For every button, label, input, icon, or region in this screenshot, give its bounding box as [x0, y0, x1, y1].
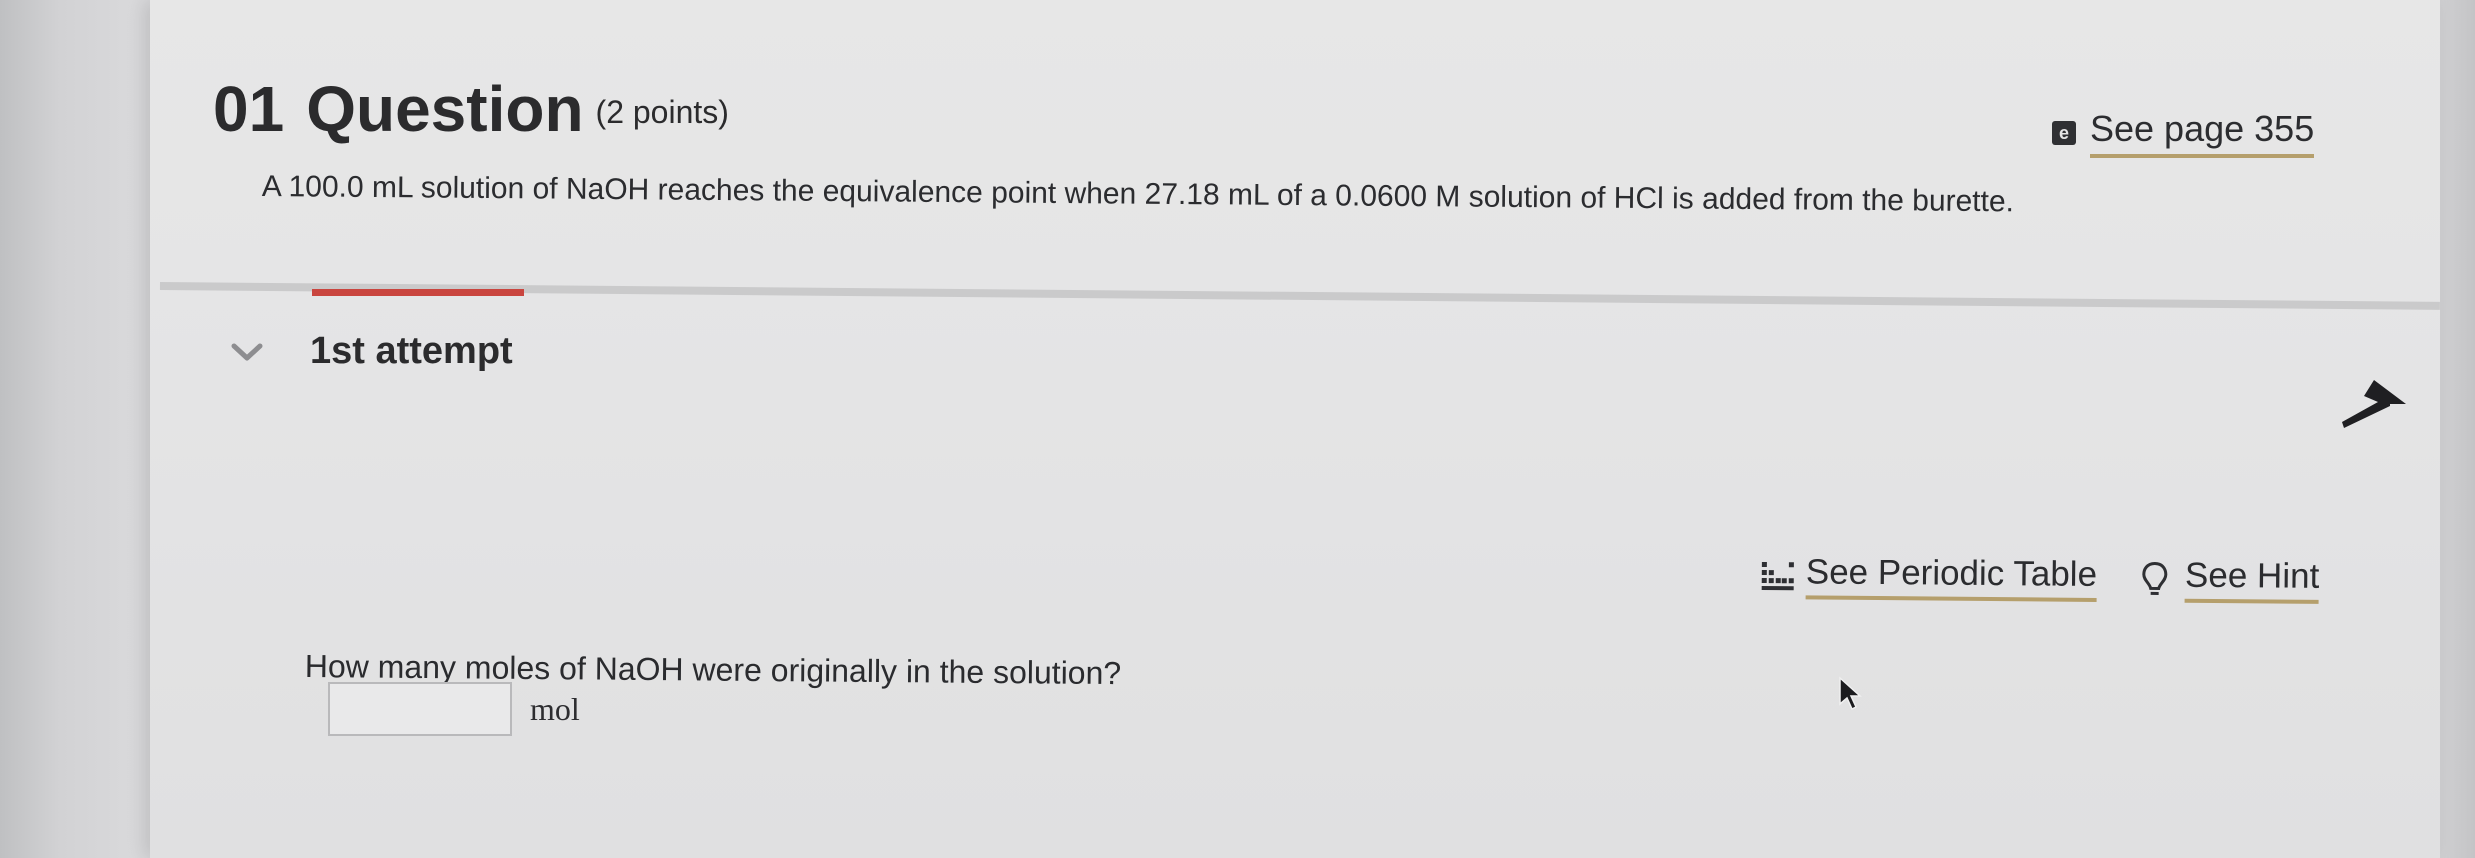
- answer-unit: mol: [530, 690, 580, 727]
- question-number: 01: [213, 73, 285, 145]
- attempt-label: 1st attempt: [310, 330, 513, 372]
- question-label: Question: [306, 73, 584, 145]
- up-arrow-icon[interactable]: [2338, 376, 2410, 428]
- attempt-progress-bar: [312, 289, 524, 296]
- screen: 01 Question (2 points) e See page 355 A 10…: [0, 0, 2475, 858]
- hint-label[interactable]: See Hint: [2184, 555, 2320, 604]
- periodic-table-label[interactable]: See Periodic Table: [1805, 552, 2098, 602]
- question-tools: See Periodic Table See Hint: [1760, 552, 2364, 604]
- see-page-label[interactable]: See page 355: [2090, 108, 2315, 158]
- periodic-table-icon: [1761, 561, 1794, 590]
- attempt-toggle[interactable]: 1st attempt: [230, 330, 513, 373]
- hint-link[interactable]: See Hint: [2141, 555, 2320, 604]
- periodic-table-link[interactable]: See Periodic Table: [1760, 552, 2098, 602]
- see-page-link[interactable]: e See page 355: [2052, 108, 2315, 158]
- question-header: 01 Question (2 points): [213, 72, 729, 146]
- chevron-down-icon[interactable]: [230, 341, 264, 363]
- moles-answer-input[interactable]: [328, 682, 512, 736]
- question-points: (2 points): [595, 94, 729, 130]
- mouse-pointer-icon: [1839, 676, 1862, 711]
- lightbulb-icon: [2142, 561, 2168, 595]
- ebook-icon: e: [2052, 121, 2076, 145]
- answer-row: mol: [328, 682, 580, 736]
